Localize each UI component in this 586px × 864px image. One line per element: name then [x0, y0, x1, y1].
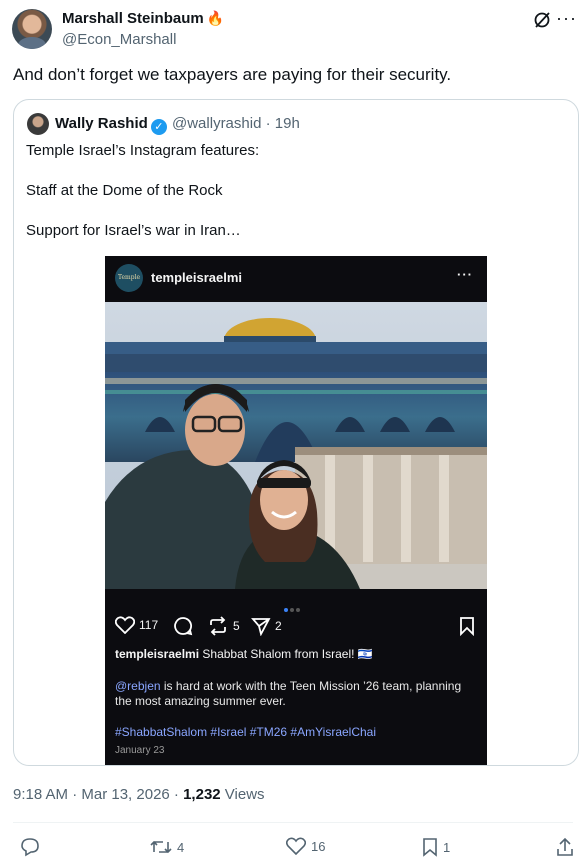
author-avatar[interactable]	[12, 9, 52, 49]
grok-icon[interactable]	[532, 10, 552, 30]
quoted-handle-text: @wallyrashid	[172, 115, 262, 132]
quoted-author-avatar[interactable]	[27, 113, 49, 135]
instagram-share-count: 2	[275, 619, 282, 633]
share-button[interactable]	[556, 837, 574, 857]
instagram-body-text: is hard at work with the Teen Mission ’2…	[115, 679, 462, 708]
tweet-meta: 9:18 AM · Mar 13, 2026 · 1,232 Views	[13, 786, 265, 803]
fire-emoji: 🔥	[206, 10, 225, 26]
views-label: Views	[220, 786, 265, 803]
bookmark-button[interactable]: 1	[422, 837, 450, 857]
instagram-save	[459, 616, 475, 636]
instagram-avatar: Temple Israel	[115, 264, 143, 309]
like-count: 16	[311, 838, 326, 854]
quoted-author-name[interactable]: Wally Rashid ✓	[55, 115, 167, 135]
instagram-repost-count: 5	[233, 619, 240, 633]
repost-icon	[210, 616, 226, 636]
instagram-like-count: 117	[139, 618, 159, 632]
reply-button[interactable]	[20, 837, 40, 857]
share-icon	[557, 837, 573, 856]
instagram-mention: @rebjen	[115, 679, 161, 693]
tweet-timestamp[interactable]: 9:18 AM · Mar 13, 2026 ·	[13, 786, 183, 803]
instagram-like: 117	[115, 616, 158, 634]
dome-of-the-rock-photo	[105, 302, 487, 589]
instagram-body: @rebjen is hard at work with the Teen Mi…	[115, 679, 475, 709]
retweet-icon	[150, 840, 172, 854]
more-options-icon[interactable]: ···	[556, 8, 577, 29]
quoted-author-name-text: Wally Rashid	[55, 115, 148, 132]
tweet-text: And don’t forget we taxpayers are paying…	[13, 65, 452, 84]
instagram-share: 2	[251, 616, 282, 636]
quoted-text-line: Support for Israel’s war in Iran…	[26, 222, 241, 239]
verified-badge-icon: ✓	[150, 119, 167, 135]
reply-icon	[21, 838, 39, 857]
instagram-actions: 117 5 2	[115, 614, 477, 638]
retweet-count: 4	[177, 839, 185, 855]
caption-text: Shabbat Shalom from Israel! 🇮🇱	[202, 647, 373, 661]
comment-icon	[174, 617, 193, 636]
bookmark-icon	[460, 617, 474, 636]
quoted-text-line: Temple Israel’s Instagram features:	[26, 142, 260, 159]
author-name[interactable]: Marshall Steinbaum 🔥	[62, 10, 224, 27]
instagram-more-icon: ···	[457, 267, 473, 282]
like-heart-icon	[286, 837, 306, 855]
quoted-time: · 19h	[265, 115, 300, 132]
instagram-repost: 5	[207, 616, 240, 636]
heart-icon	[115, 616, 135, 634]
like-button[interactable]: 16	[286, 837, 325, 855]
quoted-tweet[interactable]: Wally Rashid ✓ @wallyrashid · 19h Temple …	[13, 99, 579, 766]
tweet-bookmark-icon	[423, 838, 437, 857]
divider	[13, 822, 573, 823]
retweet-button[interactable]: 4	[150, 837, 184, 857]
caption-username: templeisraelmi	[115, 647, 200, 661]
instagram-screenshot[interactable]: Temple Israel templeisraelmi ···	[105, 256, 487, 765]
instagram-date: January 23	[115, 745, 165, 756]
bookmark-count: 1	[443, 839, 451, 855]
quoted-text-line: Staff at the Dome of the Rock	[26, 182, 223, 199]
instagram-comment	[173, 616, 193, 636]
instagram-caption: templeisraelmi Shabbat Shalom from Israe…	[115, 647, 373, 661]
views-count: 1,232	[183, 786, 221, 803]
instagram-hashtags: #ShabbatShalom #Israel #TM26 #AmYisraelC…	[115, 725, 377, 739]
author-name-text[interactable]: Marshall Steinbaum	[62, 10, 204, 27]
quoted-author-handle: @wallyrashid · 19h	[172, 115, 300, 132]
instagram-username: templeisraelmi	[151, 270, 243, 285]
author-handle[interactable]: @Econ_Marshall	[62, 31, 176, 48]
send-icon	[251, 618, 271, 636]
